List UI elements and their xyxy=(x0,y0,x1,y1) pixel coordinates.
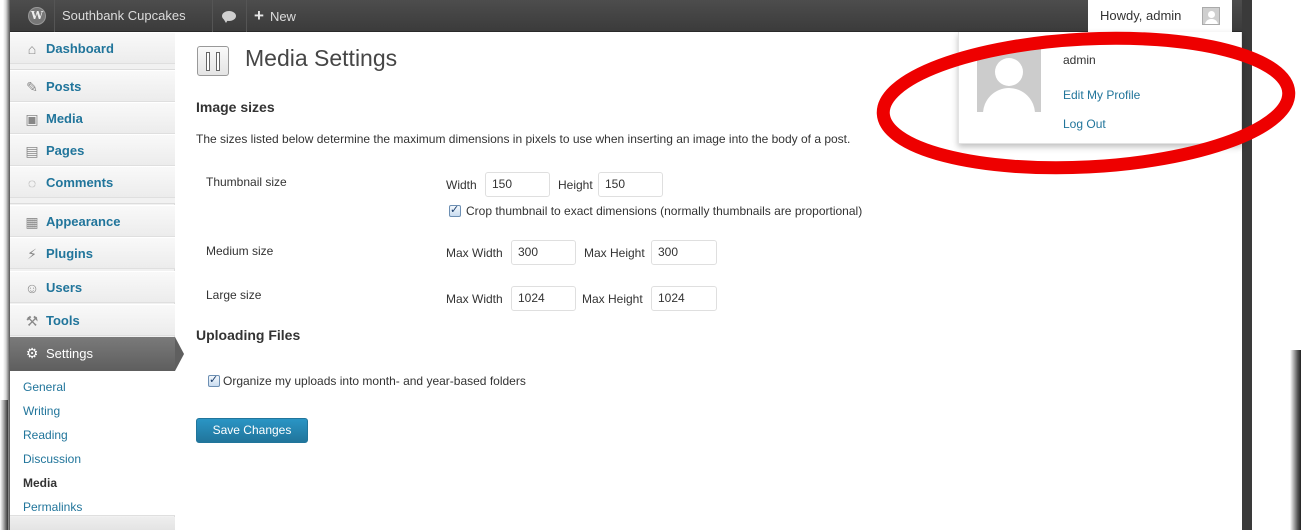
medium-max-width-input[interactable]: 300 xyxy=(511,240,576,265)
menu-item-dashboard[interactable]: ⌂ Dashboard xyxy=(10,32,175,64)
thumbnail-height-input[interactable]: 150 xyxy=(598,172,663,197)
admin-bar: W Southbank Cupcakes + New xyxy=(10,0,1242,32)
submenu-media[interactable]: Media xyxy=(23,475,57,491)
medium-max-height-label: Max Height xyxy=(584,246,645,260)
page-title: Media Settings xyxy=(245,45,398,71)
thumbnail-width-label: Width xyxy=(446,178,477,192)
settings-page-icon xyxy=(197,46,229,76)
submenu-discussion[interactable]: Discussion xyxy=(23,451,81,467)
image-sizes-description: The sizes listed below determine the max… xyxy=(196,132,851,146)
menu-item-plugins[interactable]: ⚡ Plugins xyxy=(10,237,175,269)
organize-uploads-checkbox[interactable]: ✓ xyxy=(208,374,220,387)
menu-item-settings[interactable]: ⚙ Settings xyxy=(10,337,175,371)
admin-bar-separator xyxy=(212,0,213,32)
dropdown-username: admin xyxy=(1063,53,1096,67)
menu-label: Plugins xyxy=(46,246,93,261)
thumbnail-width-input[interactable]: 150 xyxy=(485,172,550,197)
user-account-dropdown: admin Edit My Profile Log Out xyxy=(958,32,1242,144)
menu-label: Comments xyxy=(46,175,114,190)
large-max-height-label: Max Height xyxy=(582,292,643,306)
medium-size-label: Medium size xyxy=(206,244,274,258)
dashboard-icon: ⌂ xyxy=(27,41,37,57)
menu-label: Tools xyxy=(46,313,80,328)
menu-item-comments[interactable]: ◌ Comments xyxy=(10,166,175,198)
menu-label: Media xyxy=(46,111,83,126)
right-gutter-shadow xyxy=(1290,350,1301,530)
settings-submenu: General Writing Reading Discussion Media… xyxy=(10,371,175,516)
submenu-writing[interactable]: Writing xyxy=(23,403,60,419)
admin-bar-separator xyxy=(54,0,55,32)
menu-label: Settings xyxy=(46,346,93,361)
menu-collapse-area xyxy=(10,517,175,530)
window-left-shadow xyxy=(0,400,8,530)
large-max-width-input[interactable]: 1024 xyxy=(511,286,576,311)
crop-thumbnail-checkbox[interactable]: ✓ xyxy=(449,204,461,217)
menu-label: Users xyxy=(46,280,83,295)
thumbnail-size-label: Thumbnail size xyxy=(206,175,287,189)
submenu-permalinks[interactable]: Permalinks xyxy=(23,499,82,515)
organize-uploads-label[interactable]: Organize my uploads into month- and year… xyxy=(223,374,526,388)
tools-icon: ⚒ xyxy=(25,313,39,329)
menu-label: Dashboard xyxy=(46,41,114,56)
window-right-edge xyxy=(1242,0,1252,530)
settings-icon: ⚙ xyxy=(25,345,39,361)
medium-max-height-input[interactable]: 300 xyxy=(651,240,717,265)
submenu-reading[interactable]: Reading xyxy=(23,427,68,443)
submenu-general[interactable]: General xyxy=(23,379,66,395)
large-max-width-label: Max Width xyxy=(446,292,503,306)
menu-item-tools[interactable]: ⚒ Tools xyxy=(10,304,175,336)
image-sizes-heading: Image sizes xyxy=(196,99,275,115)
uploading-files-heading: Uploading Files xyxy=(196,327,301,343)
thumbnail-height-label: Height xyxy=(558,178,593,192)
wordpress-logo-icon[interactable]: W xyxy=(24,0,50,32)
new-label: New xyxy=(269,9,296,24)
menu-item-appearance[interactable]: ▦ Appearance xyxy=(10,205,175,237)
howdy-text[interactable]: Howdy, admin xyxy=(1100,0,1181,32)
users-icon: ☺ xyxy=(24,280,40,296)
menu-item-media[interactable]: ▣ Media xyxy=(10,102,175,134)
menu-separator xyxy=(10,198,175,204)
menu-item-posts[interactable]: ✎ Posts xyxy=(10,70,175,102)
save-changes-button[interactable]: Save Changes xyxy=(196,418,308,443)
new-content-button[interactable]: + New xyxy=(254,0,296,32)
large-max-height-input[interactable]: 1024 xyxy=(651,286,717,311)
log-out-link[interactable]: Log Out xyxy=(1063,117,1106,131)
media-icon: ▣ xyxy=(25,111,39,127)
site-name-link[interactable]: Southbank Cupcakes xyxy=(62,0,186,32)
admin-side-menu: ⌂ Dashboard ✎ Posts ▣ Media ▤ Pages ◌ Co… xyxy=(10,32,184,530)
avatar-icon xyxy=(977,48,1041,112)
plug-icon: ⚡ xyxy=(27,246,37,262)
pages-icon: ▤ xyxy=(25,143,39,159)
large-size-label: Large size xyxy=(206,288,262,302)
menu-label: Posts xyxy=(46,79,82,94)
menu-item-pages[interactable]: ▤ Pages xyxy=(10,134,175,166)
current-menu-arrow xyxy=(175,337,184,371)
edit-profile-link[interactable]: Edit My Profile xyxy=(1063,88,1140,102)
appearance-icon: ▦ xyxy=(25,214,39,230)
crop-thumbnail-label[interactable]: Crop thumbnail to exact dimensions (norm… xyxy=(466,204,862,218)
medium-max-width-label: Max Width xyxy=(446,246,503,260)
comments-icon: ◌ xyxy=(27,175,37,191)
menu-label: Appearance xyxy=(46,214,121,229)
menu-item-users[interactable]: ☺ Users xyxy=(10,271,175,303)
comment-bubble-icon[interactable] xyxy=(218,0,240,32)
pushpin-icon: ✎ xyxy=(26,79,38,95)
menu-label: Pages xyxy=(46,143,85,158)
avatar-small-icon[interactable] xyxy=(1202,7,1220,25)
admin-bar-separator xyxy=(246,0,247,32)
plus-icon: + xyxy=(254,6,264,25)
